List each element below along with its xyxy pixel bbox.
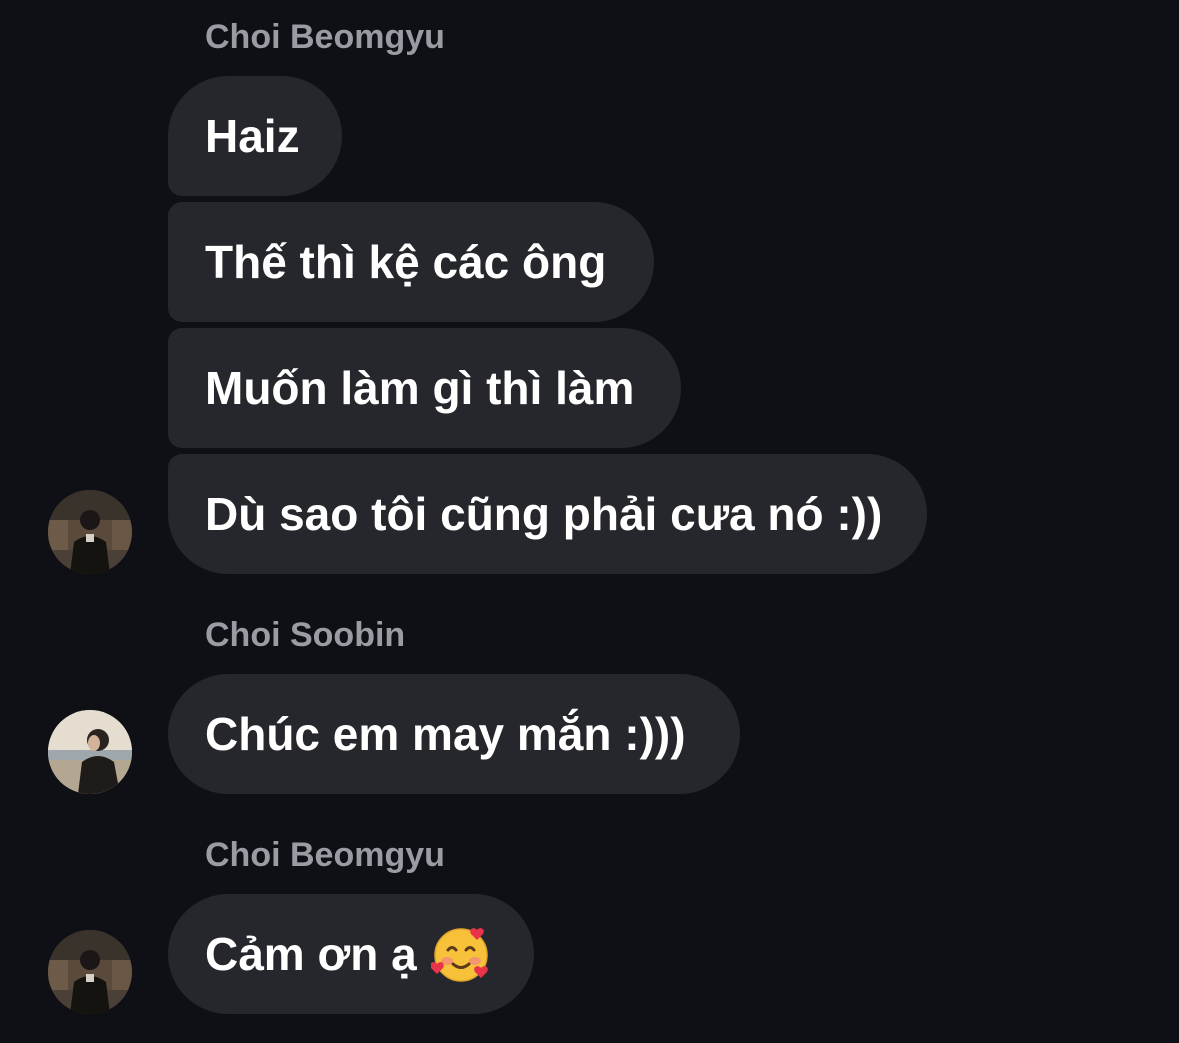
avatar-photo-icon (48, 930, 132, 1014)
sender-name: Choi Soobin (205, 616, 406, 654)
message-bubble[interactable]: Cảm ơn ạ (168, 894, 534, 1014)
message-text: Haiz (205, 110, 300, 162)
message-text: Cảm ơn ạ (205, 928, 417, 980)
message-text: Dù sao tôi cũng phải cưa nó :)) (205, 488, 883, 540)
avatar-photo-icon (48, 490, 132, 574)
avatar-beomgyu[interactable] (48, 930, 132, 1014)
smiling-face-with-hearts-icon (429, 924, 491, 984)
message-bubble[interactable]: Thế thì kệ các ông (168, 202, 654, 322)
message-bubble[interactable]: Chúc em may mắn :))) (168, 674, 740, 794)
message-text: Thế thì kệ các ông (205, 236, 607, 288)
message-bubble[interactable]: Haiz (168, 76, 342, 196)
message-bubble[interactable]: Muốn làm gì thì làm (168, 328, 681, 448)
message-text: Muốn làm gì thì làm (205, 362, 635, 414)
avatar-soobin[interactable] (48, 710, 132, 794)
sender-name: Choi Beomgyu (205, 836, 445, 874)
message-text: Chúc em may mắn :))) (205, 708, 686, 760)
sender-name: Choi Beomgyu (205, 18, 445, 56)
avatar-beomgyu[interactable] (48, 490, 132, 574)
avatar-photo-icon (48, 710, 132, 794)
message-bubble[interactable]: Dù sao tôi cũng phải cưa nó :)) (168, 454, 927, 574)
